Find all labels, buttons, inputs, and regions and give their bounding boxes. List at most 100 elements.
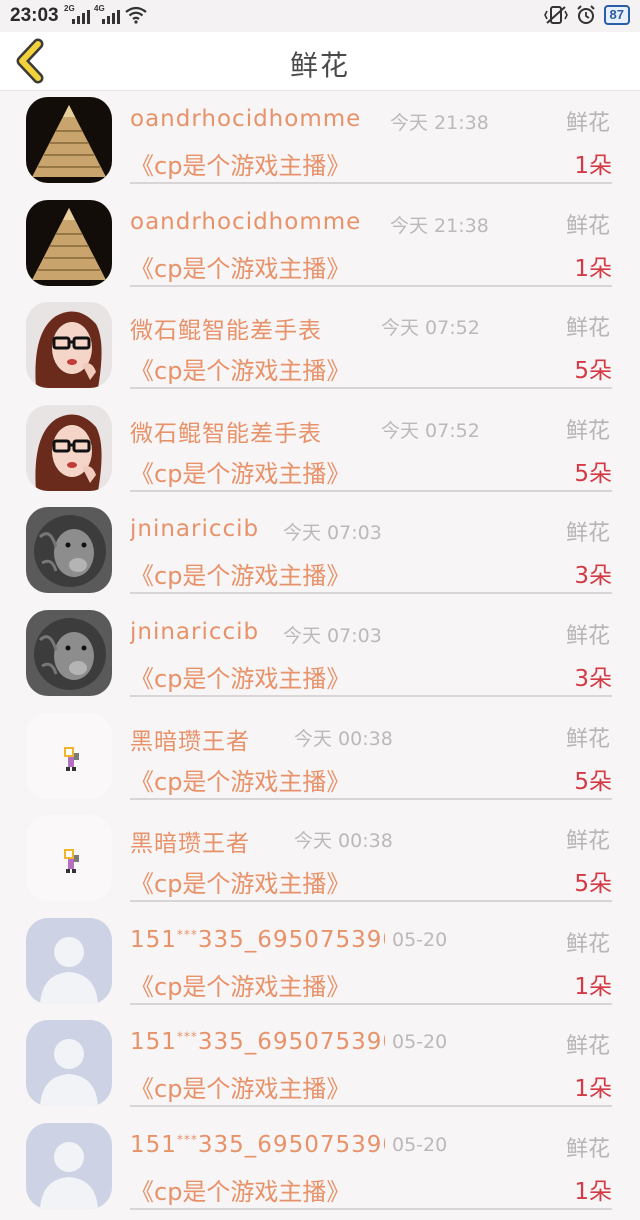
sprite-avatar[interactable]	[26, 815, 112, 902]
row-divider	[130, 592, 612, 595]
list-item[interactable]: 微石鲲智能差手表 今天 07:52 鲜花 《cp是个游戏主播》 5朵	[0, 399, 640, 502]
list-item[interactable]: oandrhocidhomme 今天 21:38 鲜花 《cp是个游戏主播》 1…	[0, 194, 640, 297]
wifi-icon	[125, 6, 147, 24]
send-time: 今天 00:38	[294, 830, 393, 853]
status-time: 23:03	[10, 5, 59, 26]
signal-4g-icon: 4G	[94, 4, 120, 24]
gift-count: 3朵	[574, 563, 612, 590]
battery-indicator: 87	[603, 5, 630, 25]
girl-avatar[interactable]	[26, 302, 112, 389]
send-time: 05-20	[392, 1031, 448, 1054]
pyramid-avatar[interactable]	[26, 97, 112, 183]
gift-type: 鲜花	[565, 829, 610, 855]
row-divider	[130, 182, 612, 184]
sender-name: 151***335_695075390	[130, 1029, 385, 1055]
flower-gift-list: oandrhocidhomme 今天 21:38 鲜花 《cp是个游戏主播》 1…	[0, 91, 640, 1220]
row-divider	[130, 489, 612, 492]
send-time: 今天 07:52	[381, 419, 480, 442]
name-prefix: 151	[130, 926, 177, 953]
sender-name: oandrhocidhomme	[130, 106, 362, 132]
room-name: 《cp是个游戏主播》	[130, 254, 351, 283]
list-item[interactable]: 黑暗瓒王者 今天 00:38 鲜花 《cp是个游戏主播》 5朵	[0, 707, 640, 810]
send-time: 今天 07:03	[283, 624, 382, 647]
gift-count: 5朵	[574, 768, 612, 795]
send-time: 05-20	[392, 928, 448, 951]
send-time: 今天 21:38	[390, 112, 489, 134]
gift-count: 3朵	[574, 665, 612, 692]
send-time: 今天 00:38	[294, 727, 393, 750]
list-item[interactable]: jninariccib 今天 07:03 鲜花 《cp是个游戏主播》 3朵	[0, 501, 640, 604]
name-suffix: 335_695075390	[197, 1029, 385, 1056]
girl-avatar[interactable]	[26, 404, 112, 491]
name-mask: ***	[176, 1029, 198, 1044]
room-name: 《cp是个游戏主播》	[130, 357, 351, 386]
send-time: 今天 07:52	[381, 317, 480, 340]
default-avatar[interactable]	[26, 1122, 112, 1209]
name-mask: ***	[176, 927, 198, 942]
lion-avatar[interactable]	[26, 507, 112, 594]
list-item[interactable]: 151***335_695075390 05-20 鲜花 《cp是个游戏主播》 …	[0, 1117, 640, 1220]
room-name: 《cp是个游戏主播》	[130, 767, 351, 796]
room-name: 《cp是个游戏主播》	[130, 1075, 351, 1104]
list-item[interactable]: 151***335_695075390 05-20 鲜花 《cp是个游戏主播》 …	[0, 1014, 640, 1117]
room-name: 《cp是个游戏主播》	[130, 562, 351, 591]
row-divider	[130, 1207, 612, 1210]
room-name: 《cp是个游戏主播》	[130, 972, 351, 1001]
send-time: 今天 21:38	[390, 214, 489, 237]
row-divider	[130, 387, 612, 390]
gift-count: 1朵	[574, 1178, 612, 1205]
name-suffix: 335_695075390	[197, 1131, 385, 1158]
gift-type: 鲜花	[565, 316, 610, 342]
gift-type: 鲜花	[565, 111, 610, 136]
gift-type: 鲜花	[565, 418, 610, 444]
alarm-icon	[576, 5, 595, 24]
gift-count: 1朵	[574, 255, 612, 282]
row-divider	[130, 797, 612, 800]
gift-type: 鲜花	[565, 1136, 610, 1162]
gift-type: 鲜花	[565, 931, 610, 957]
nav-bar: 鲜花	[0, 32, 640, 91]
room-name: 《cp是个游戏主播》	[130, 664, 351, 693]
name-suffix: 335_695075390	[197, 926, 385, 953]
list-item[interactable]: 微石鲲智能差手表 今天 07:52 鲜花 《cp是个游戏主播》 5朵	[0, 296, 640, 399]
default-avatar[interactable]	[26, 917, 112, 1004]
room-name: 《cp是个游戏主播》	[130, 459, 351, 488]
room-name: 《cp是个游戏主播》	[130, 152, 351, 180]
gift-type: 鲜花	[565, 213, 610, 239]
gift-count: 5朵	[574, 358, 612, 385]
gift-count: 5朵	[574, 871, 612, 898]
list-item[interactable]: oandrhocidhomme 今天 21:38 鲜花 《cp是个游戏主播》 1…	[0, 91, 640, 194]
gift-count: 1朵	[574, 153, 612, 179]
gift-count: 5朵	[574, 460, 612, 487]
room-name: 《cp是个游戏主播》	[130, 1177, 351, 1206]
sender-name: 黑暗瓒王者	[130, 831, 250, 858]
signal-2g-icon: 2G	[64, 4, 90, 24]
name-prefix: 151	[130, 1029, 177, 1056]
sprite-avatar[interactable]	[26, 712, 112, 799]
name-mask: ***	[176, 1132, 198, 1147]
gift-type: 鲜花	[565, 1034, 610, 1060]
lion-avatar[interactable]	[26, 609, 112, 696]
list-item[interactable]: 黑暗瓒王者 今天 00:38 鲜花 《cp是个游戏主播》 5朵	[0, 809, 640, 912]
gift-type: 鲜花	[565, 726, 610, 752]
sender-name: 微石鲲智能差手表	[130, 420, 322, 447]
status-bar: 23:03 2G 4G 87	[0, 0, 640, 32]
pyramid-avatar[interactable]	[26, 199, 112, 286]
list-item[interactable]: jninariccib 今天 07:03 鲜花 《cp是个游戏主播》 3朵	[0, 604, 640, 707]
row-divider	[130, 1002, 612, 1005]
signal-indicators: 2G 4G	[64, 4, 148, 24]
vibrate-icon	[543, 6, 568, 24]
sender-name: 微石鲲智能差手表	[130, 318, 322, 345]
default-avatar[interactable]	[26, 1020, 112, 1107]
send-time: 今天 07:03	[283, 522, 382, 545]
sender-name: 151***335_695075390	[130, 1132, 385, 1158]
sender-name: 黑暗瓒王者	[130, 728, 250, 755]
gift-count: 1朵	[574, 1076, 612, 1103]
row-divider	[130, 284, 612, 287]
list-item[interactable]: 151***335_695075390 05-20 鲜花 《cp是个游戏主播》 …	[0, 912, 640, 1015]
gift-count: 1朵	[574, 973, 612, 1000]
row-divider	[130, 1105, 612, 1108]
sender-name: jninariccib	[130, 516, 260, 543]
sender-name: oandrhocidhomme	[130, 208, 362, 235]
gift-type: 鲜花	[565, 521, 610, 547]
